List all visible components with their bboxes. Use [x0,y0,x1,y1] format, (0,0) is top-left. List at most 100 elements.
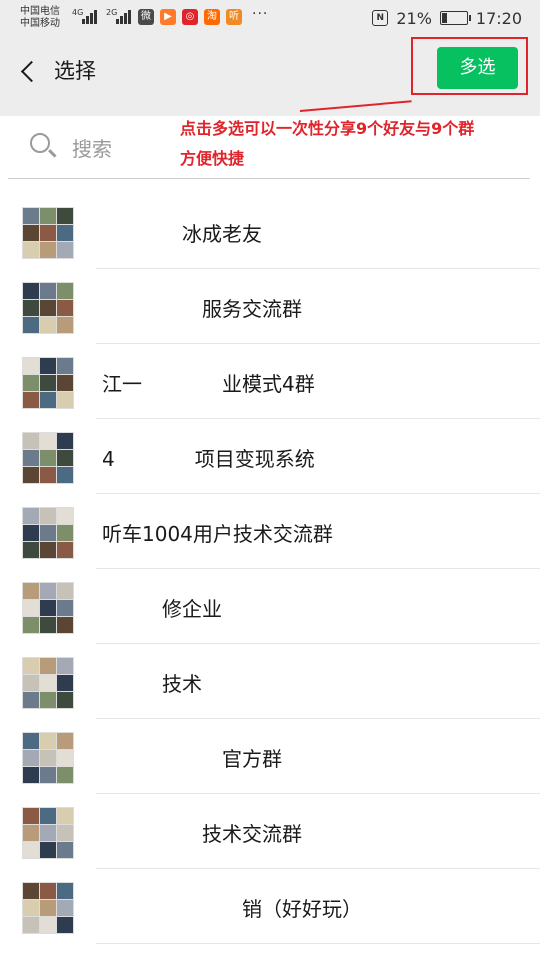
listen-app-icon: 听 [226,9,242,25]
avatar-tile [57,808,73,824]
avatar-tile [23,300,39,316]
avatar-tile [40,600,56,616]
avatar-tile [57,583,73,599]
avatar-tile [23,317,39,333]
avatar-tile [23,392,39,408]
avatar-tile [23,825,39,841]
avatar-tile [40,242,56,258]
avatar-tile [23,600,39,616]
avatar-tile [40,617,56,633]
avatar-tile [57,767,73,783]
avatar-tile [40,317,56,333]
more-notifications-icon: ··· [252,6,269,22]
avatar-tile [57,208,73,224]
group-avatar [22,507,74,559]
avatar-tile [57,358,73,374]
group-avatar [22,207,74,259]
chat-list-item[interactable]: 听车1004用户技术交流群 [0,494,540,569]
chat-list-item[interactable]: 服务交流群 [0,269,540,344]
avatar-tile [23,225,39,241]
avatar-tile [57,883,73,899]
avatar-tile [40,658,56,674]
avatar-tile [40,433,56,449]
chat-list-item[interactable]: 技术 [0,644,540,719]
taobao-app-icon: 淘 [204,9,220,25]
chat-list-item[interactable]: 官方群 [0,719,540,794]
search-underline [8,178,530,179]
annotation-highlight-box [411,37,528,95]
avatar-tile [23,917,39,933]
battery-percent: 21% [396,8,432,28]
search-icon [30,133,50,153]
chat-list-item[interactable]: 修企业 [0,569,540,644]
chat-list-item[interactable]: 技术交流群 [0,794,540,869]
avatar-tile [57,842,73,858]
avatar-tile [57,450,73,466]
avatar-tile [23,900,39,916]
signal-bars-2-icon [116,10,134,24]
chat-name: 服务交流群 [102,297,302,321]
chat-name: 江一 业模式4群 [102,372,315,396]
avatar-tile [57,242,73,258]
avatar-tile [40,917,56,933]
chat-name: 官方群 [102,747,282,771]
group-avatar [22,432,74,484]
chat-name: 技术 [102,672,202,696]
avatar-tile [40,450,56,466]
battery-fill [441,13,447,23]
avatar-tile [40,208,56,224]
avatar-tile [40,750,56,766]
group-avatar [22,357,74,409]
group-avatar [22,807,74,859]
chat-list-item[interactable]: 4 项目变现系统 [0,419,540,494]
avatar-tile [23,208,39,224]
chat-name: 听车1004用户技术交流群 [102,522,333,546]
avatar-tile [40,842,56,858]
avatar-tile [23,692,39,708]
avatar-tile [40,358,56,374]
avatar-tile [40,542,56,558]
back-arrow-icon[interactable] [18,56,42,86]
avatar-tile [57,617,73,633]
avatar-tile [57,675,73,691]
group-avatar [22,657,74,709]
avatar-tile [57,467,73,483]
avatar-tile [57,317,73,333]
avatar-tile [57,283,73,299]
avatar-tile [23,542,39,558]
chat-list-item[interactable]: 江一 业模式4群 [0,344,540,419]
avatar-tile [40,675,56,691]
carrier-1: 中国电信 [20,6,60,17]
avatar-tile [23,467,39,483]
avatar-tile [57,225,73,241]
avatar-tile [23,358,39,374]
avatar-tile [40,508,56,524]
chat-list: 冰成老友 服务交流群 江一 业模式4群 4 项目变现系统 听车1004用户技术交… [0,194,540,944]
avatar-tile [40,375,56,391]
avatar-tile [23,242,39,258]
video-app-icon: ▶ [160,9,176,25]
avatar-tile [23,675,39,691]
weibo-app-icon: ◎ [182,9,198,25]
wechat-notification-icon: 微 [138,9,154,25]
annotation-line-1: 点击多选可以一次性分享9个好友与9个群 [180,119,475,138]
group-avatar [22,732,74,784]
avatar-tile [23,283,39,299]
group-avatar [22,582,74,634]
avatar-tile [57,508,73,524]
row-divider [96,943,540,944]
avatar-tile [40,692,56,708]
avatar-tile [40,733,56,749]
chat-list-item[interactable]: 销（好好玩） [0,869,540,944]
battery-icon [439,11,471,25]
avatar-tile [23,733,39,749]
avatar-tile [57,542,73,558]
avatar-tile [40,300,56,316]
clock: 17:20 [475,8,522,28]
chat-list-item[interactable]: 冰成老友 [0,194,540,269]
avatar-tile [23,617,39,633]
carrier-labels: 中国电信 中国移动 [20,6,60,30]
avatar-tile [40,900,56,916]
avatar-tile [57,692,73,708]
nfc-icon: N [372,10,389,26]
